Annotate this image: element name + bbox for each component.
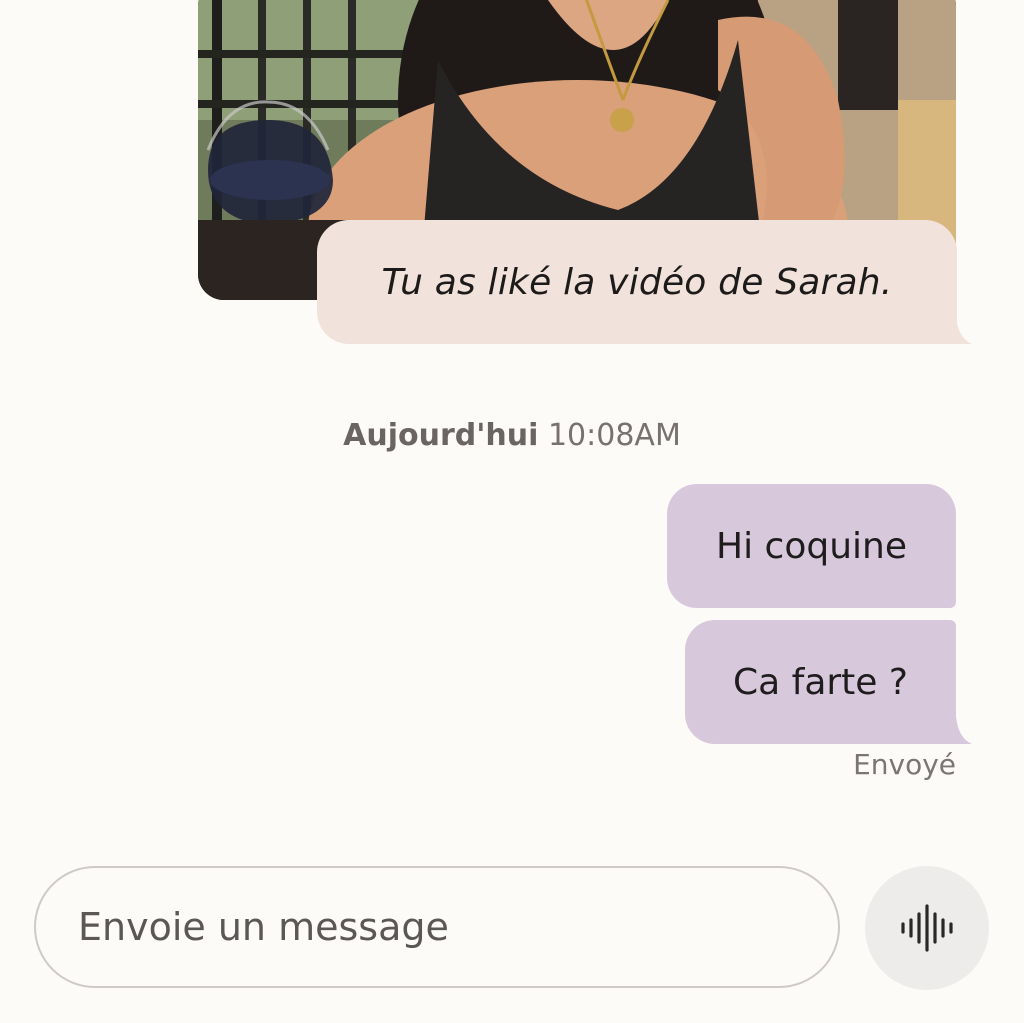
chat-screen: Tu as liké la vidéo de Sarah. Aujourd'hu… <box>0 0 1024 1023</box>
voice-waveform-icon <box>901 904 953 952</box>
message-text: Ca farte ? <box>733 661 908 703</box>
message-input[interactable] <box>76 904 780 950</box>
date-divider: Aujourd'hui 10:08AM <box>0 418 1024 453</box>
message-composer[interactable] <box>34 866 840 988</box>
outgoing-message[interactable]: Hi coquine <box>667 484 956 608</box>
like-notification-text: Tu as liké la vidéo de Sarah. <box>381 261 893 303</box>
bubble-tail-icon <box>946 716 972 744</box>
outgoing-message[interactable]: Ca farte ? <box>685 620 956 744</box>
divider-day: Aujourd'hui <box>343 418 539 453</box>
like-notification-bubble: Tu as liké la vidéo de Sarah. <box>317 220 957 344</box>
divider-time: 10:08AM <box>547 418 681 453</box>
bubble-tail-icon <box>946 316 972 344</box>
voice-message-button[interactable] <box>865 866 989 990</box>
message-text: Hi coquine <box>716 525 907 567</box>
message-status: Envoyé <box>853 748 956 781</box>
